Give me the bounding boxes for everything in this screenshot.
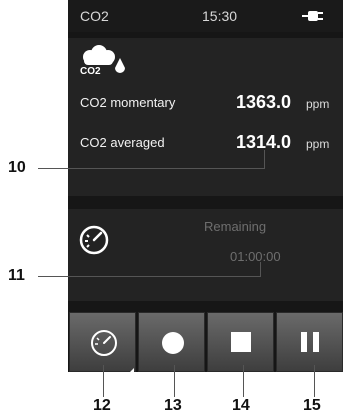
- pause-button[interactable]: [276, 312, 343, 372]
- co2-averaged-label: CO2 averaged: [80, 135, 165, 150]
- status-bar: CO2 15:30: [68, 0, 343, 32]
- record-icon: [161, 331, 185, 360]
- callout-number-11: 11: [8, 267, 25, 284]
- callout-line-15: [314, 365, 315, 397]
- corner-indicator-icon: [127, 362, 134, 380]
- callout-line-14: [243, 365, 244, 397]
- control-button-bar: [68, 312, 343, 375]
- callout-line-12: [103, 365, 104, 397]
- plug-icon: [302, 9, 324, 26]
- record-button[interactable]: [138, 312, 205, 372]
- timer-button[interactable]: [69, 312, 136, 375]
- callout-line-13: [174, 365, 175, 397]
- co2-momentary-label: CO2 momentary: [80, 95, 176, 110]
- stop-icon: [231, 332, 253, 359]
- stop-button[interactable]: [207, 312, 274, 372]
- screen-title: CO2: [80, 8, 109, 24]
- device-screen: CO2 15:30 CO2 CO2 momentary 1363.0 ppm C…: [68, 0, 343, 375]
- callout-line-10: [38, 168, 264, 169]
- callout-line-11: [38, 276, 260, 277]
- co2-momentary-unit: ppm: [306, 97, 330, 111]
- callout-number-10: 10: [8, 159, 26, 176]
- pause-icon: [301, 332, 323, 359]
- callout-line-10-riser: [264, 150, 265, 169]
- remaining-label: Remaining: [204, 219, 267, 234]
- remaining-value: 01:00:00: [230, 249, 281, 264]
- co2-icon-text: CO2: [80, 66, 101, 77]
- timer-icon: [88, 327, 122, 366]
- clock-time: 15:30: [202, 8, 238, 24]
- callout-number-15: 15: [303, 397, 321, 414]
- callout-number-13: 13: [164, 397, 182, 414]
- callout-number-12: 12: [93, 397, 111, 414]
- callout-line-11-riser: [260, 262, 261, 277]
- callout-number-14: 14: [232, 397, 250, 414]
- timer-panel: Remaining 01:00:00: [68, 209, 343, 301]
- measurement-panel: CO2 CO2 momentary 1363.0 ppm CO2 average…: [68, 38, 343, 196]
- timer-icon: [78, 224, 110, 261]
- co2-averaged-unit: ppm: [306, 137, 330, 151]
- co2-momentary-value: 1363.0: [235, 92, 291, 112]
